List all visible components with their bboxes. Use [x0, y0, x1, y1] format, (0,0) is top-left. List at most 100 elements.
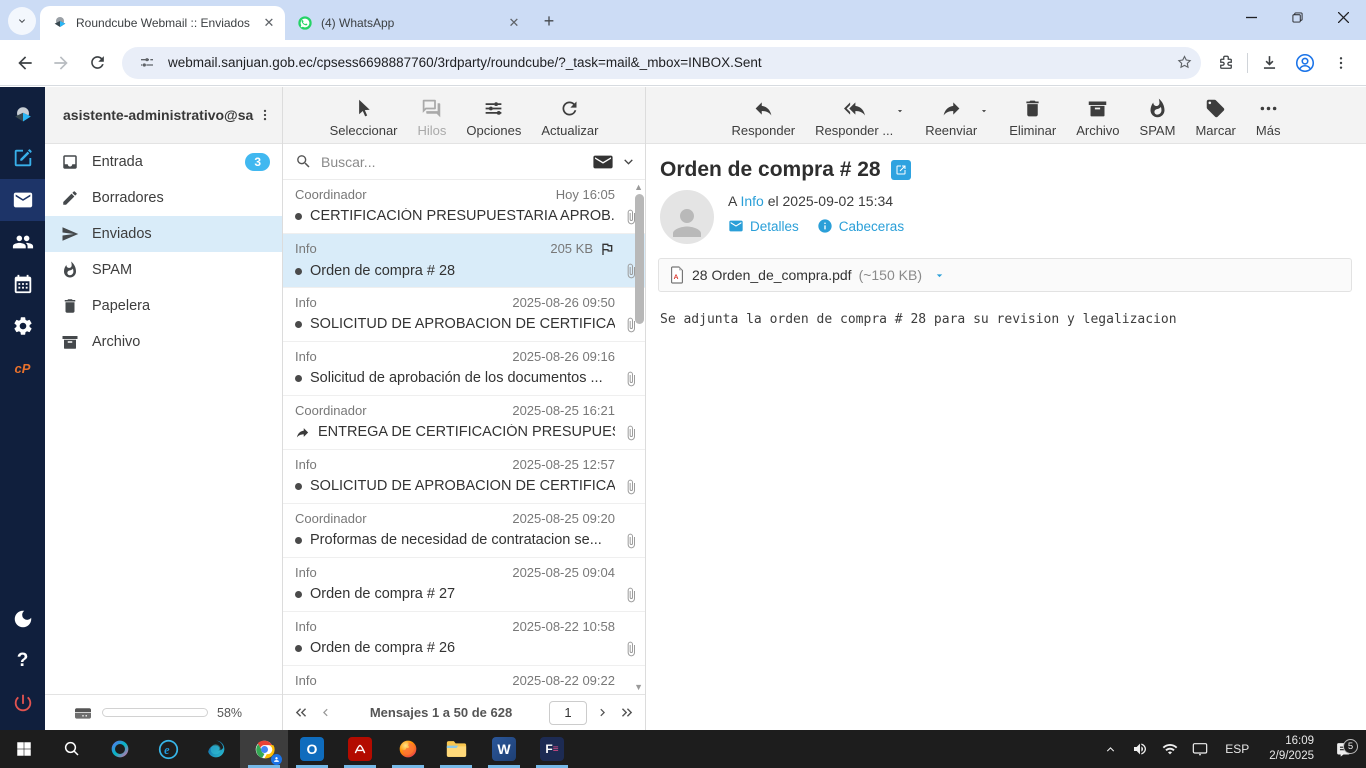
open-in-new-window-icon[interactable] [890, 160, 911, 180]
language-indicator[interactable]: ESP [1217, 742, 1257, 756]
search-placeholder[interactable]: Buscar... [321, 154, 584, 170]
mail-archivo-button[interactable]: Archivo [1076, 98, 1120, 138]
message-row-5[interactable]: Info 2025-08-25 12:57 SOLICITUD DE APROBAC… [283, 450, 645, 504]
downloads-icon[interactable] [1254, 48, 1284, 78]
rail-calendar-icon[interactable] [0, 263, 45, 305]
message-row-7[interactable]: Info 2025-08-25 09:04 Orden de compra # 27 [283, 558, 645, 612]
list-opciones-button[interactable]: Opciones [466, 98, 521, 138]
last-page-icon[interactable] [618, 704, 635, 721]
taskbar-outlook-icon[interactable]: O [288, 730, 336, 768]
prev-page-icon[interactable] [318, 705, 333, 720]
next-page-icon[interactable] [595, 705, 610, 720]
mail-reenviar-button[interactable]: Reenviar [925, 98, 977, 138]
message-row-3[interactable]: Info 2025-08-26 09:16 Solicitud de aprobac… [283, 342, 645, 396]
first-page-icon[interactable] [293, 704, 310, 721]
dropdown-caret-icon[interactable] [979, 106, 989, 138]
message-row-9[interactable]: Info 2025-08-22 09:22 [283, 666, 645, 694]
notification-center-icon[interactable]: 5 [1326, 738, 1360, 758]
sidebar-folder-spam[interactable]: SPAM [45, 252, 282, 288]
rail-cpanel[interactable]: cP [0, 347, 45, 389]
browser-tab-1[interactable]: (4) WhatsApp ✕ [285, 6, 530, 40]
rail-settings-icon[interactable] [0, 305, 45, 347]
mail-marcar-button[interactable]: Marcar [1195, 98, 1236, 138]
sidebar-folder-enviados[interactable]: Enviados [45, 216, 282, 252]
search-scope-envelope-icon[interactable] [593, 154, 613, 170]
back-icon[interactable] [10, 48, 40, 78]
to-recipient-link[interactable]: Info [740, 193, 763, 209]
attachment-row[interactable]: A 28 Orden_de_compra.pdf (~150 KB) [658, 258, 1352, 292]
tab-close-icon[interactable]: ✕ [261, 15, 277, 31]
volume-icon[interactable] [1127, 741, 1153, 757]
attachment-menu-icon[interactable] [933, 269, 946, 282]
headers-link[interactable]: Cabeceras [817, 218, 904, 234]
browser-menu-icon[interactable] [1326, 48, 1356, 78]
mail-eliminar-button[interactable]: Eliminar [1009, 98, 1056, 138]
page-number-input[interactable] [549, 700, 587, 725]
minimize-button[interactable] [1228, 0, 1274, 34]
rail-mail-icon[interactable] [0, 179, 45, 221]
cast-icon[interactable] [1187, 742, 1213, 756]
rail-help-icon[interactable]: ? [0, 640, 45, 682]
rail-logout-icon[interactable] [0, 682, 45, 724]
search-bar[interactable]: Buscar... [283, 144, 645, 180]
list-actualizar-button[interactable]: Actualizar [541, 98, 598, 138]
taskbar-file-explorer-icon[interactable] [432, 730, 480, 768]
site-settings-icon[interactable] [134, 50, 160, 76]
reload-icon[interactable] [82, 48, 112, 78]
taskbar-start-button-icon[interactable] [0, 730, 48, 768]
mail-responder-button[interactable]: Responder [732, 98, 795, 138]
taskbar-copilot-icon[interactable] [96, 730, 144, 768]
message-row-4[interactable]: Coordinador 2025-08-25 16:21 ENTREGA DE CE… [283, 396, 645, 450]
list-scrollbar[interactable] [635, 194, 644, 324]
search-options-chevron-icon[interactable] [622, 155, 635, 168]
mail-más-button[interactable]: Más [1256, 98, 1280, 138]
flag-icon[interactable] [599, 241, 615, 257]
sidebar-folder-papelera[interactable]: Papelera [45, 288, 282, 324]
tab-list-chevron-icon[interactable] [8, 7, 36, 35]
attachment-name[interactable]: 28 Orden_de_compra.pdf [692, 267, 852, 283]
rail-compose-icon[interactable] [0, 137, 45, 179]
sidebar-folder-archivo[interactable]: Archivo [45, 324, 282, 360]
extensions-icon[interactable] [1211, 48, 1241, 78]
close-window-button[interactable] [1320, 0, 1366, 34]
taskbar-word-icon[interactable]: W [480, 730, 528, 768]
address-bar[interactable]: webmail.sanjuan.gob.ec/cpsess6698887760/… [122, 46, 1201, 79]
wifi-icon[interactable] [1157, 741, 1183, 757]
list-hilos-button[interactable]: Hilos [418, 98, 446, 138]
message-row-6[interactable]: Coordinador 2025-08-25 09:20 Proformas de … [283, 504, 645, 558]
rail-dark-mode-icon[interactable] [0, 598, 45, 640]
maximize-button[interactable] [1274, 0, 1320, 34]
taskbar-acrobat-icon[interactable] [336, 730, 384, 768]
browser-tab-0[interactable]: Roundcube Webmail :: Enviados ✕ [40, 6, 285, 40]
scroll-down-icon[interactable]: ▼ [634, 682, 643, 692]
mail-responder-button[interactable]: Responder ... [815, 98, 893, 138]
account-menu-icon[interactable] [254, 102, 276, 128]
sidebar-folder-entrada[interactable]: Entrada 3 [45, 144, 282, 180]
taskbar-search-button-icon[interactable] [48, 730, 96, 768]
taskbar-chrome-icon[interactable] [240, 730, 288, 768]
url-text[interactable]: webmail.sanjuan.gob.ec/cpsess6698887760/… [168, 55, 1163, 70]
message-row-8[interactable]: Info 2025-08-22 10:58 Orden de compra # 26 [283, 612, 645, 666]
tab-close-icon[interactable]: ✕ [506, 15, 522, 31]
tray-expand-icon[interactable] [1097, 743, 1123, 756]
taskbar-fes-app-icon[interactable]: F ≡ [528, 730, 576, 768]
sidebar-folder-borradores[interactable]: Borradores [45, 180, 282, 216]
details-link[interactable]: Detalles [728, 218, 799, 234]
new-tab-button[interactable]: + [536, 8, 562, 34]
dropdown-caret-icon[interactable] [895, 106, 905, 138]
message-row-0[interactable]: Coordinador Hoy 16:05 CERTIFICACIÓN PRESUP… [283, 180, 645, 234]
rail-contacts-icon[interactable] [0, 221, 45, 263]
profile-avatar-icon[interactable] [1290, 48, 1320, 78]
forward-icon[interactable] [46, 48, 76, 78]
message-row-1[interactable]: Info 205 KB Orden de compra # 28 [283, 234, 645, 288]
message-row-2[interactable]: Info 2025-08-26 09:50 SOLICITUD DE APROBAC… [283, 288, 645, 342]
taskbar-edge-icon[interactable] [192, 730, 240, 768]
taskbar-firefox-icon[interactable] [384, 730, 432, 768]
list-seleccionar-button[interactable]: Seleccionar [330, 98, 398, 138]
clock[interactable]: 16:09 2/9/2025 [1261, 734, 1322, 764]
mail-spam-button[interactable]: SPAM [1140, 98, 1175, 138]
taskbar-internet-explorer-icon[interactable]: e [144, 730, 192, 768]
scroll-up-icon[interactable]: ▲ [634, 182, 643, 192]
bookmark-star-icon[interactable] [1171, 50, 1197, 76]
toolbar-divider [1247, 52, 1248, 73]
